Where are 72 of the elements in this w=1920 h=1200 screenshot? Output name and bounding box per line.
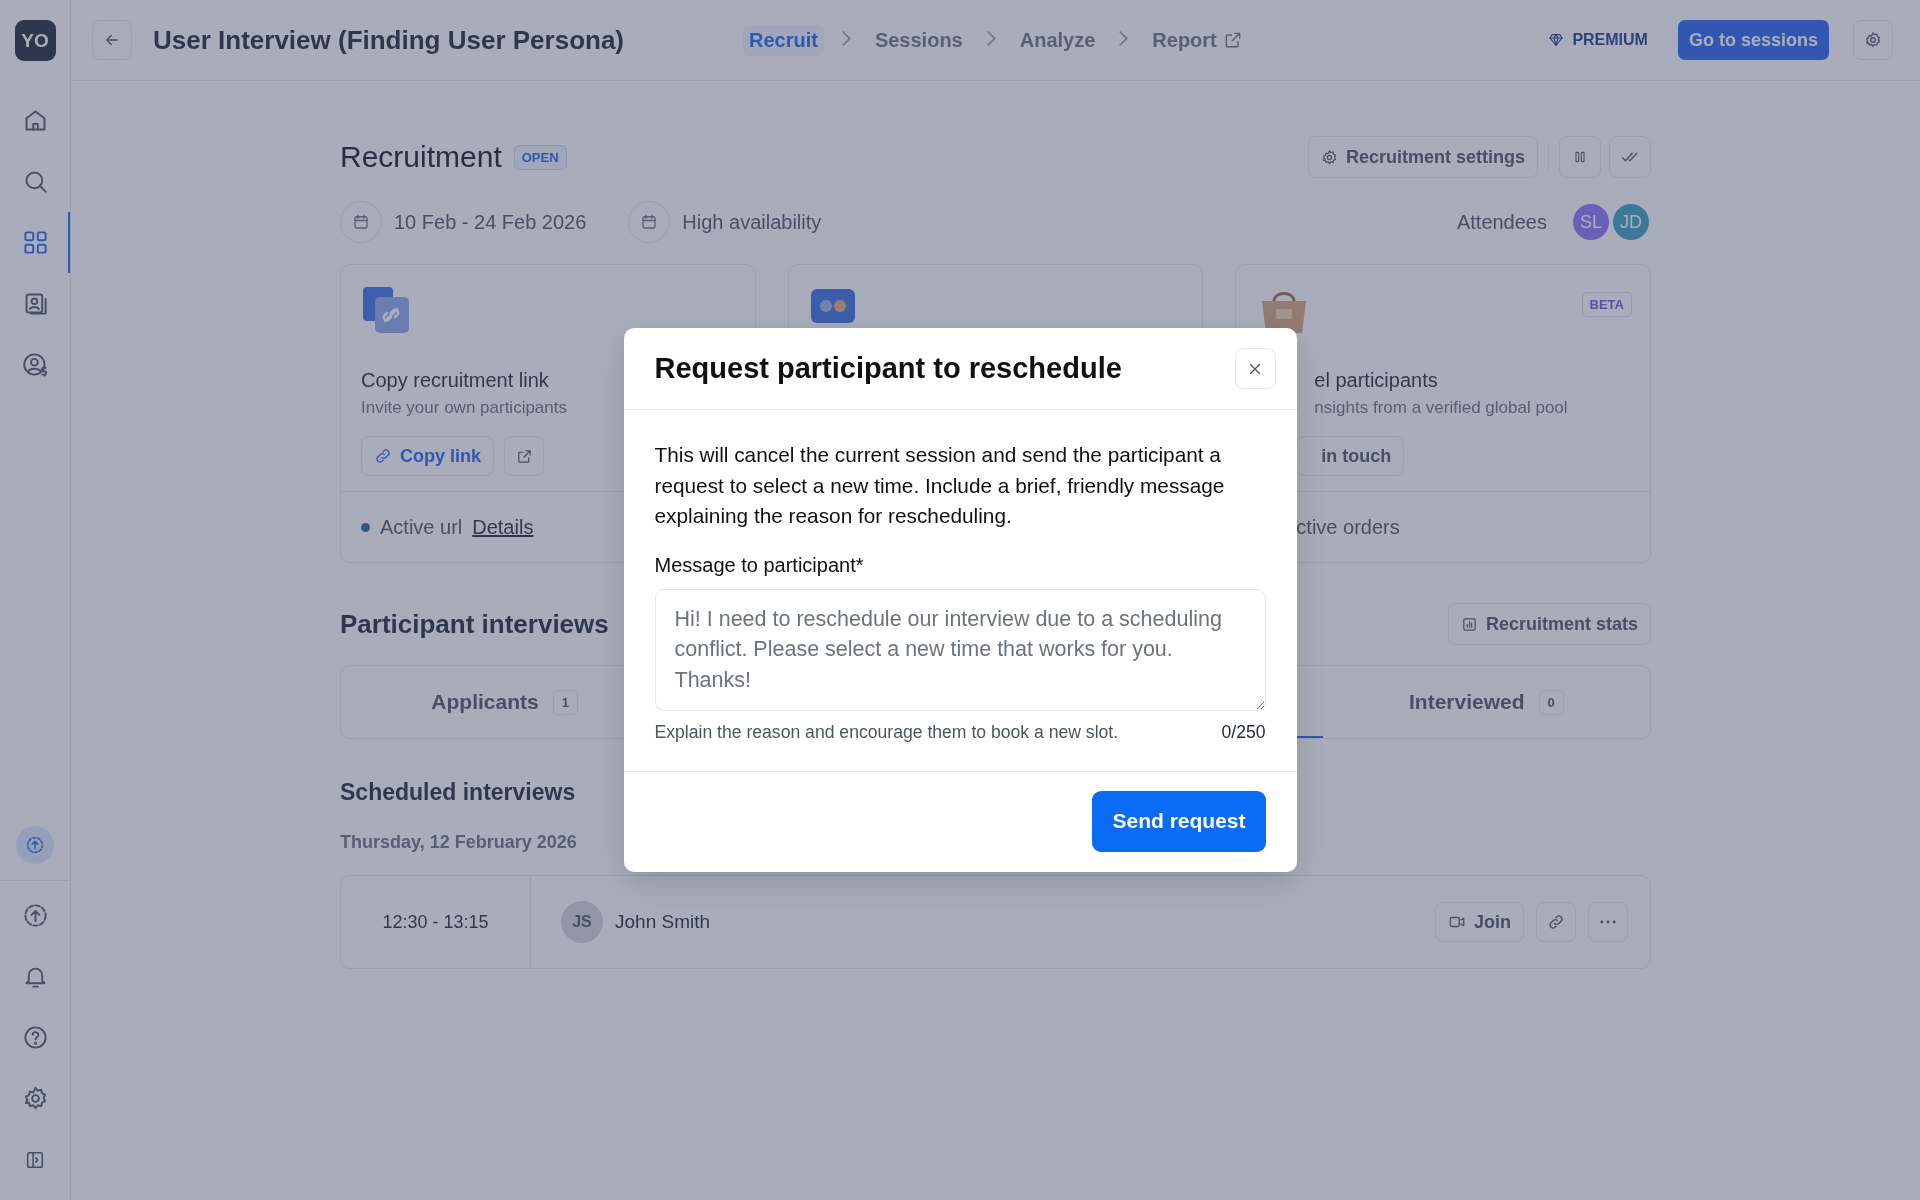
date-heading: Thursday, 12 February 2026 <box>340 832 578 853</box>
chevron-right-icon <box>1119 30 1129 46</box>
user-dollar-icon[interactable] <box>21 351 49 378</box>
open-link-button[interactable] <box>504 436 544 476</box>
card-subtitle: Invite your own participants <box>361 398 568 418</box>
mark-done-button[interactable] <box>1609 136 1651 178</box>
send-request-button[interactable]: Send request <box>1092 790 1266 852</box>
copy-link-button[interactable] <box>1536 902 1576 942</box>
beta-badge: BETA <box>1581 292 1632 317</box>
bar-chart-icon <box>1460 615 1478 633</box>
more-icon <box>1600 920 1616 924</box>
settings-icon <box>1864 31 1882 49</box>
page-title: User Interview (Finding User Persona) <box>153 24 625 56</box>
date-range: 10 Feb - 24 Feb 2026 <box>394 210 587 234</box>
tab[interactable]: Applicants 1 <box>425 685 584 719</box>
tab[interactable]: Interviewed 0 <box>1403 685 1570 719</box>
attendees-label: Attendees <box>1456 210 1547 234</box>
section-title: Participant interviews <box>340 608 609 640</box>
settings-icon <box>1320 148 1338 166</box>
message-field[interactable]: Hi! I need to reschedule our interview due to a scheduling conflict. Please select a new time that works for you. Thanks! <box>654 588 1266 711</box>
dialog-title: Request participant to reschedule <box>654 352 1122 386</box>
dialog-description: This will cancel the current session and send the participant a request to select a new time. Include a brief, friendly message explaining the reason for rescheduling. <box>654 442 1226 530</box>
status-label: Active url <box>380 515 463 539</box>
upload-icon[interactable] <box>24 834 46 856</box>
join-button[interactable]: Join <box>1435 902 1524 942</box>
section-subtitle: Scheduled interviews <box>340 779 577 806</box>
status-dot <box>361 522 370 532</box>
diamond-icon <box>1548 32 1565 48</box>
link-icon <box>374 447 392 465</box>
recruitment-settings-button[interactable]: Recruitment settings <box>1307 136 1538 178</box>
grid-icon[interactable] <box>21 229 49 256</box>
section-title: Recruitment <box>340 140 502 174</box>
time-range: 12:30 - 13:15 <box>382 911 489 933</box>
close-button[interactable] <box>1234 348 1276 390</box>
field-label: Message to participant* <box>654 553 865 577</box>
step-tab[interactable]: Sessions <box>868 24 969 56</box>
premium-label[interactable]: PREMIUM <box>1548 31 1648 49</box>
back-button[interactable] <box>92 20 132 60</box>
step-tab[interactable]: Report <box>1146 24 1249 56</box>
chevron-right-icon <box>841 30 851 46</box>
upload-icon[interactable] <box>21 902 49 929</box>
availability-label: High availability <box>682 210 822 234</box>
workspace-logo[interactable]: YO <box>14 20 56 61</box>
link-card-icon <box>361 285 411 335</box>
orders-label: ctive orders <box>1296 515 1400 539</box>
settings-button[interactable] <box>1853 20 1893 60</box>
calendar-icon <box>640 213 659 231</box>
character-counter: 0/250 <box>1221 721 1266 743</box>
external-link-icon <box>515 447 533 465</box>
participant-name: John Smith <box>615 911 711 933</box>
link-icon <box>1547 913 1565 931</box>
card-title: el participants <box>1314 369 1439 392</box>
contact-button[interactable]: in touch <box>1296 436 1405 476</box>
status-badge: OPEN <box>513 144 567 170</box>
avatar: JS <box>561 901 603 943</box>
step-tab[interactable]: Analyze <box>1013 24 1102 56</box>
help-icon[interactable] <box>21 1024 49 1051</box>
attendee-avatar: SL <box>1571 202 1611 242</box>
pause-button[interactable] <box>1559 136 1601 178</box>
count-badge: 0 <box>1538 689 1564 715</box>
field-hint: Explain the reason and encourage them to book a new slot. <box>654 721 1119 743</box>
go-to-sessions-button[interactable]: Go to sessions <box>1677 20 1829 60</box>
card-subtitle: nsights from a verified global pool <box>1314 398 1569 418</box>
calendar-icon <box>352 213 370 231</box>
count-badge: 1 <box>552 689 578 715</box>
step-tab[interactable]: Recruit <box>743 24 824 56</box>
attendee-avatar: JD <box>1611 202 1651 242</box>
chevron-right-icon <box>986 30 996 46</box>
copy-link-button[interactable]: Copy link <box>361 436 494 476</box>
recruitment-stats-button[interactable]: Recruitment stats <box>1447 603 1651 645</box>
pause-icon <box>1572 149 1588 165</box>
details-link[interactable]: Details <box>472 515 534 539</box>
